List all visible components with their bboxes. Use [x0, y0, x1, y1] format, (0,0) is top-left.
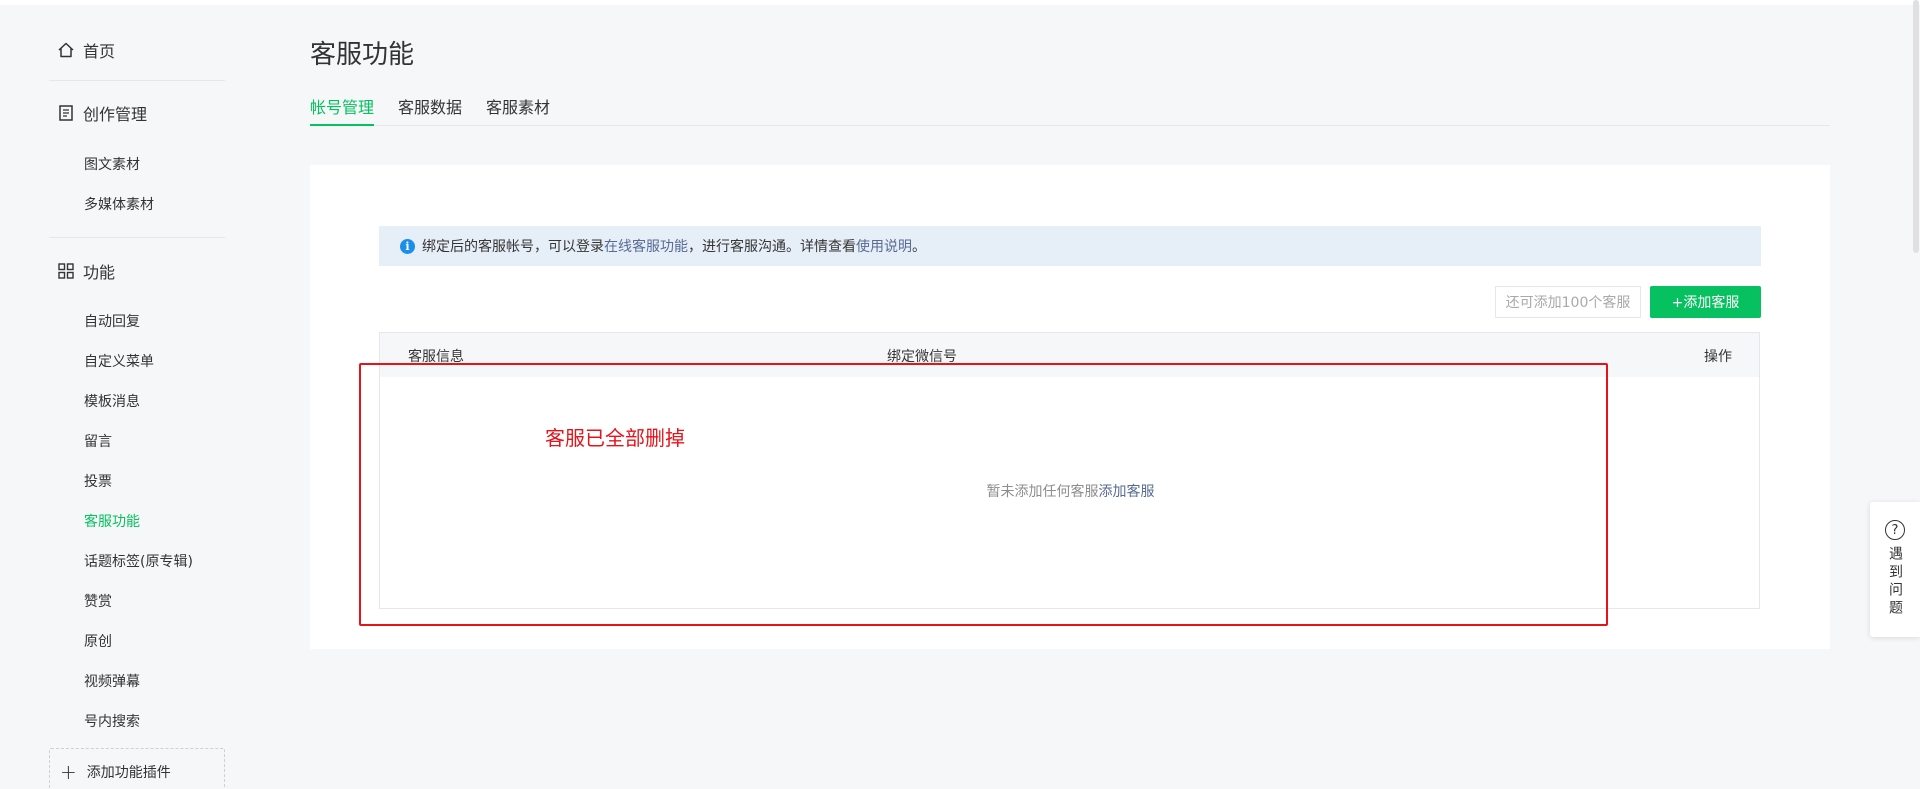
sidebar-section-label: 创作管理	[83, 105, 148, 124]
sidebar-section-label: 功能	[83, 263, 116, 282]
notice-text: ，进行客服沟通。详情查看	[688, 239, 856, 255]
sidebar-item-articles[interactable]: 图文素材	[84, 154, 140, 174]
sidebar-item-video-danmaku[interactable]: 视频弹幕	[84, 671, 140, 691]
info-notice: i 绑定后的客服帐号，可以登录 在线客服功能 ，进行客服沟通。详情查看 使用说明。	[379, 226, 1761, 266]
add-plugin-label: 添加功能插件	[86, 765, 171, 781]
sidebar-item-original[interactable]: 原创	[84, 631, 112, 651]
online-service-link[interactable]: 在线客服功能	[604, 236, 688, 256]
sidebar-divider	[49, 80, 225, 81]
plus-icon: +	[60, 760, 77, 784]
sidebar-section-creation[interactable]: 创作管理	[57, 101, 147, 125]
scrollbar-thumb[interactable]	[1913, 0, 1919, 253]
help-label: 遇到问题	[1887, 546, 1903, 618]
document-icon	[57, 104, 75, 122]
sidebar-home-label: 首页	[83, 42, 116, 61]
sidebar-item-comments[interactable]: 留言	[84, 431, 112, 451]
tab-service-data[interactable]: 客服数据	[398, 94, 462, 126]
usage-guide-link[interactable]: 使用说明	[856, 236, 912, 256]
sidebar-item-topic-tags[interactable]: 话题标签(原专辑)	[84, 551, 193, 571]
sidebar-item-customer-service[interactable]: 客服功能	[84, 511, 140, 531]
sidebar-item-media[interactable]: 多媒体素材	[84, 194, 154, 214]
top-bar	[0, 0, 1920, 5]
annotation-highlight-box	[359, 363, 1608, 626]
tab-bar: 帐号管理 客服数据 客服素材	[310, 94, 1830, 126]
sidebar-item-template-message[interactable]: 模板消息	[84, 391, 140, 411]
sidebar-divider	[49, 237, 225, 238]
sidebar-item-auto-reply[interactable]: 自动回复	[84, 311, 140, 331]
add-service-button[interactable]: +添加客服	[1650, 286, 1761, 318]
notice-text: 。	[912, 239, 926, 255]
annotation-label: 客服已全部删掉	[545, 426, 685, 450]
sidebar-item-account-search[interactable]: 号内搜索	[84, 711, 140, 731]
question-icon: ?	[1885, 520, 1905, 540]
sidebar-item-custom-menu[interactable]: 自定义菜单	[84, 351, 154, 371]
sidebar-item-reward[interactable]: 赞赏	[84, 591, 112, 611]
tab-service-materials[interactable]: 客服素材	[486, 94, 550, 126]
sidebar: 首页 创作管理 图文素材 多媒体素材 功能 自动回复 自定义菜单 模板消息 留言…	[49, 0, 225, 789]
sidebar-section-features[interactable]: 功能	[57, 259, 115, 283]
column-header-actions: 操作	[1704, 349, 1732, 365]
tab-account-management[interactable]: 帐号管理	[310, 94, 375, 126]
sidebar-item-home[interactable]: 首页	[57, 38, 115, 62]
grid-icon	[57, 262, 75, 280]
info-icon: i	[400, 238, 415, 254]
add-plugin-button[interactable]: + 添加功能插件	[49, 748, 225, 789]
scrollbar[interactable]	[1912, 0, 1920, 789]
notice-text: 绑定后的客服帐号，可以登录	[422, 239, 604, 255]
home-icon	[57, 41, 75, 59]
page-title: 客服功能	[310, 40, 415, 70]
sidebar-item-vote[interactable]: 投票	[84, 471, 112, 491]
remaining-quota: 还可添加100个客服	[1495, 286, 1641, 318]
